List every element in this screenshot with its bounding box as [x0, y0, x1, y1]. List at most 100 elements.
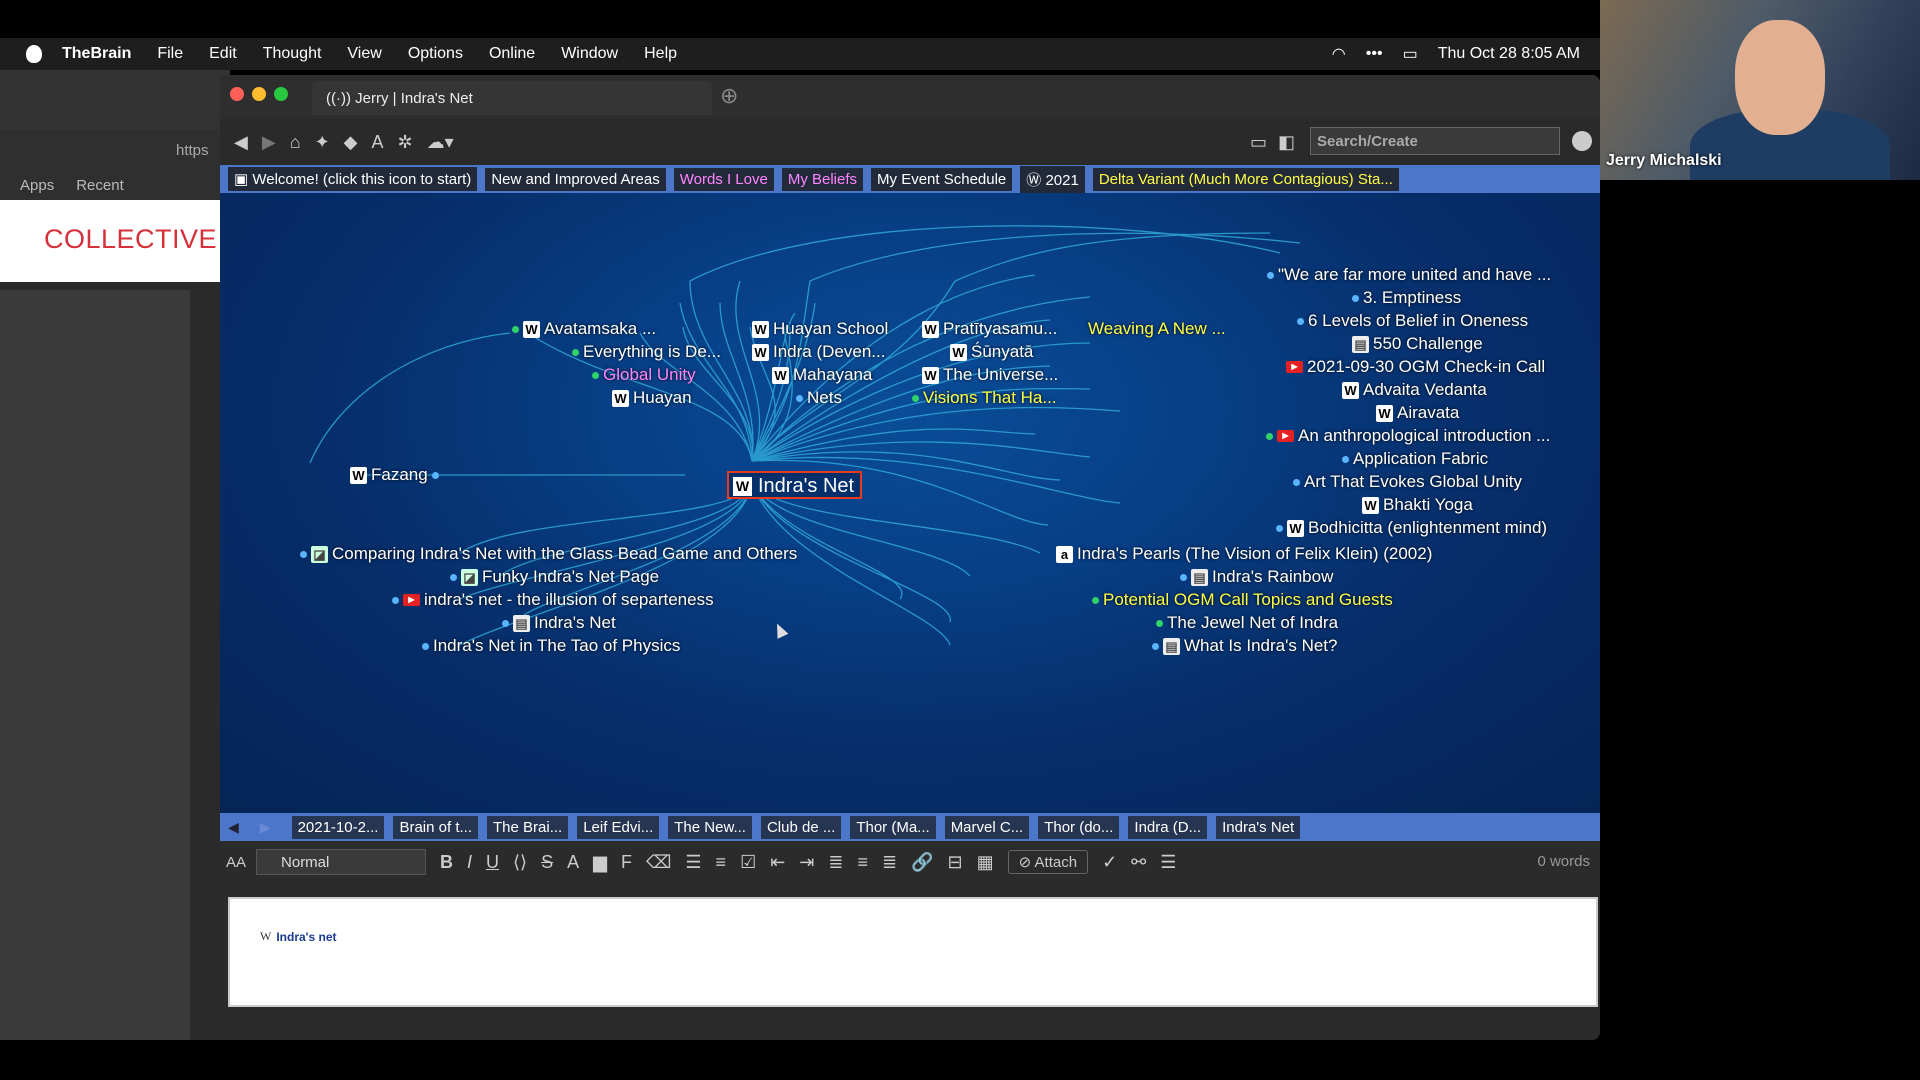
- history-item[interactable]: Thor (do...: [1038, 815, 1120, 839]
- code-icon[interactable]: ⟨⟩: [513, 852, 527, 873]
- pin-item[interactable]: Words I Love: [673, 167, 774, 191]
- sibling-thought[interactable]: ▤ 550 Challenge: [1352, 334, 1483, 354]
- history-item[interactable]: The Brai...: [487, 815, 569, 839]
- thought-node[interactable]: W Huayan School: [752, 319, 888, 339]
- pin-item[interactable]: ▣ Welcome! (click this icon to start): [228, 167, 478, 191]
- clear-format-icon[interactable]: ⌫: [646, 852, 671, 873]
- thought-node[interactable]: Everything is De...: [572, 342, 721, 362]
- zoom-window-button[interactable]: [274, 87, 288, 101]
- browser-address-bar[interactable]: https: [0, 130, 230, 170]
- pin-item[interactable]: Delta Variant (Much More Contagious) Sta…: [1092, 167, 1399, 191]
- bullet-list-icon[interactable]: ☰: [685, 852, 701, 873]
- align-center-icon[interactable]: ≡: [857, 852, 868, 873]
- pin-item[interactable]: Ⓦ 2021: [1020, 165, 1085, 193]
- history-item[interactable]: Indra (D...: [1128, 815, 1208, 839]
- child-thought[interactable]: ▤ Indra's Rainbow: [1180, 567, 1333, 587]
- back-icon[interactable]: ◀: [234, 132, 248, 153]
- underline-icon[interactable]: U: [486, 852, 499, 873]
- strikethrough-icon[interactable]: S: [541, 852, 553, 873]
- menu-view[interactable]: View: [347, 45, 381, 63]
- thought-node[interactable]: Global Unity: [592, 365, 696, 385]
- sibling-thought[interactable]: W Bhakti Yoga: [1362, 495, 1473, 515]
- font-size-icon[interactable]: A: [372, 132, 384, 153]
- numbered-list-icon[interactable]: ≡: [716, 852, 727, 873]
- thought-node[interactable]: Visions That Ha...: [912, 388, 1057, 408]
- history-item[interactable]: Club de ...: [760, 815, 842, 839]
- menu-window[interactable]: Window: [561, 45, 618, 63]
- history-item[interactable]: 2021-10-2...: [291, 815, 385, 839]
- child-thought[interactable]: Indra's Net in The Tao of Physics: [422, 636, 680, 656]
- italic-icon[interactable]: I: [467, 852, 472, 873]
- menu-file[interactable]: File: [157, 45, 183, 63]
- control-center-icon[interactable]: ▭: [1403, 44, 1418, 64]
- thought-node[interactable]: W Pratītyasamu...: [922, 319, 1057, 339]
- history-item[interactable]: Thor (Ma...: [850, 815, 936, 839]
- bookmark-recent[interactable]: Recent: [76, 177, 124, 194]
- sibling-thought[interactable]: W Advaita Vedanta: [1342, 380, 1487, 400]
- align-left-icon[interactable]: ≣: [828, 852, 843, 873]
- brain-tab[interactable]: ((·)) Jerry | Indra's Net: [312, 81, 712, 115]
- close-window-button[interactable]: [230, 87, 244, 101]
- find-icon[interactable]: ⚯: [1131, 852, 1146, 873]
- sibling-thought[interactable]: W Bodhicitta (enlightenment mind): [1276, 518, 1547, 538]
- thought-node[interactable]: Nets: [796, 388, 842, 408]
- thought-node[interactable]: W Huayan: [612, 388, 692, 408]
- text-color-icon[interactable]: A: [567, 852, 579, 873]
- spellcheck-icon[interactable]: ✓: [1102, 852, 1117, 873]
- outdent-icon[interactable]: ⇤: [770, 852, 785, 873]
- menu-online[interactable]: Online: [489, 45, 535, 63]
- menu-thought[interactable]: Thought: [263, 45, 322, 63]
- bold-icon[interactable]: B: [440, 852, 453, 873]
- child-thought[interactable]: ◪ Funky Indra's Net Page: [450, 567, 659, 587]
- child-thought[interactable]: Potential OGM Call Topics and Guests: [1092, 590, 1393, 610]
- child-thought[interactable]: ▤ Indra's Net: [502, 613, 616, 633]
- history-item[interactable]: Marvel C...: [944, 815, 1030, 839]
- history-forward-icon[interactable]: ▶: [260, 819, 271, 836]
- child-thought[interactable]: a Indra's Pearls (The Vision of Felix Kle…: [1056, 544, 1432, 564]
- sibling-thought[interactable]: W Airavata: [1376, 403, 1459, 423]
- thought-node[interactable]: W Śūnyatā: [950, 342, 1033, 362]
- pin-item[interactable]: My Beliefs: [781, 167, 864, 191]
- link-icon[interactable]: 🔗: [911, 852, 933, 873]
- sibling-thought[interactable]: 6 Levels of Belief in Oneness: [1297, 311, 1528, 331]
- home-icon[interactable]: ⌂: [290, 132, 301, 153]
- layout-icon[interactable]: ✲: [398, 132, 413, 153]
- active-thought[interactable]: W Indra's Net: [727, 471, 863, 499]
- search-create-input[interactable]: Search/Create: [1310, 127, 1560, 155]
- sibling-thought[interactable]: Art That Evokes Global Unity: [1293, 472, 1522, 492]
- thought-node[interactable]: W Indra (Deven...: [752, 342, 885, 362]
- forward-icon[interactable]: ▶: [262, 132, 276, 153]
- menu-options[interactable]: Options: [408, 45, 463, 63]
- table-icon[interactable]: ▦: [977, 852, 994, 873]
- checkbox-icon[interactable]: ☑: [740, 852, 756, 873]
- history-clock-icon[interactable]: [1572, 131, 1592, 151]
- sibling-thought[interactable]: 3. Emptiness: [1352, 288, 1461, 308]
- sibling-thought[interactable]: ▶ An anthropological introduction ...: [1266, 426, 1550, 446]
- child-thought[interactable]: ▶ indra's net - the illusion of separtene…: [392, 590, 714, 610]
- align-right-icon[interactable]: ≣: [882, 852, 897, 873]
- highlight-icon[interactable]: ▆: [593, 852, 607, 873]
- note-link[interactable]: W Indra's net: [260, 929, 337, 944]
- child-thought[interactable]: ▤ What Is Indra's Net?: [1152, 636, 1337, 656]
- new-tab-button[interactable]: ⊕: [720, 83, 738, 109]
- menubar-clock[interactable]: Thu Oct 28 8:05 AM: [1438, 45, 1580, 63]
- history-back-icon[interactable]: ◀: [228, 819, 239, 836]
- paragraph-style-select[interactable]: Normal: [256, 849, 427, 875]
- history-item[interactable]: Brain of t...: [393, 815, 478, 839]
- pin-icon[interactable]: ✦: [315, 132, 330, 153]
- menu-app-name[interactable]: TheBrain: [62, 45, 131, 63]
- font-size-icon[interactable]: AA: [226, 854, 246, 871]
- thought-node[interactable]: W Mahayana: [772, 365, 872, 385]
- panel-side-icon[interactable]: ◧: [1278, 132, 1295, 153]
- font-icon[interactable]: F: [621, 852, 632, 873]
- history-item[interactable]: Indra's Net: [1216, 815, 1301, 839]
- child-thought[interactable]: The Jewel Net of Indra: [1156, 613, 1338, 633]
- tag-icon[interactable]: ◆: [344, 132, 358, 153]
- history-item[interactable]: Leif Edvi...: [577, 815, 660, 839]
- thought-node[interactable]: Weaving A New ...: [1088, 319, 1226, 339]
- bookmark-apps[interactable]: Apps: [20, 177, 54, 194]
- menu-edit[interactable]: Edit: [209, 45, 237, 63]
- menu-help[interactable]: Help: [644, 45, 677, 63]
- history-item[interactable]: The New...: [668, 815, 752, 839]
- indent-icon[interactable]: ⇥: [799, 852, 814, 873]
